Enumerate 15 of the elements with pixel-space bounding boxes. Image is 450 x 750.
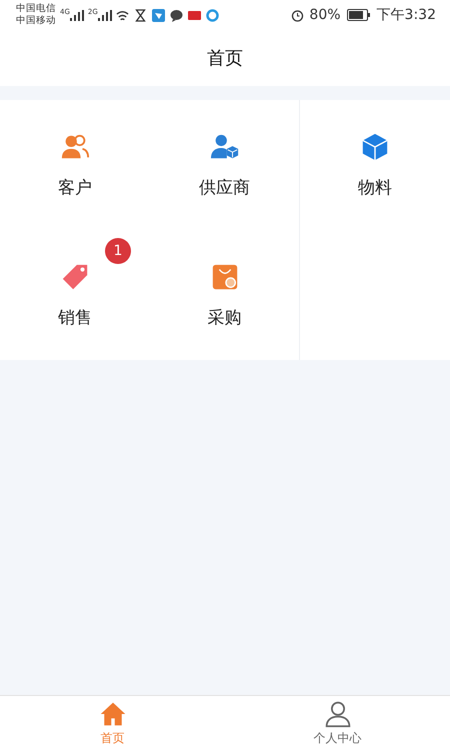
cube-icon bbox=[360, 132, 390, 162]
hourglass-icon bbox=[134, 8, 147, 22]
person-icon bbox=[324, 700, 352, 728]
page-title: 首页 bbox=[207, 47, 243, 70]
carrier-name: 中国移动 bbox=[16, 15, 56, 27]
signal-icon bbox=[98, 10, 112, 20]
carrier-name: 中国电信 bbox=[16, 3, 56, 15]
battery-icon bbox=[346, 9, 371, 21]
signal-icon bbox=[70, 10, 84, 20]
alarm-icon bbox=[291, 8, 304, 22]
wifi-icon bbox=[116, 8, 129, 22]
status-time: 下午3:32 bbox=[376, 6, 436, 24]
chat-bubble-icon bbox=[170, 8, 183, 22]
count-badge: 1 bbox=[105, 238, 131, 264]
battery-percent: 80% bbox=[309, 7, 341, 23]
